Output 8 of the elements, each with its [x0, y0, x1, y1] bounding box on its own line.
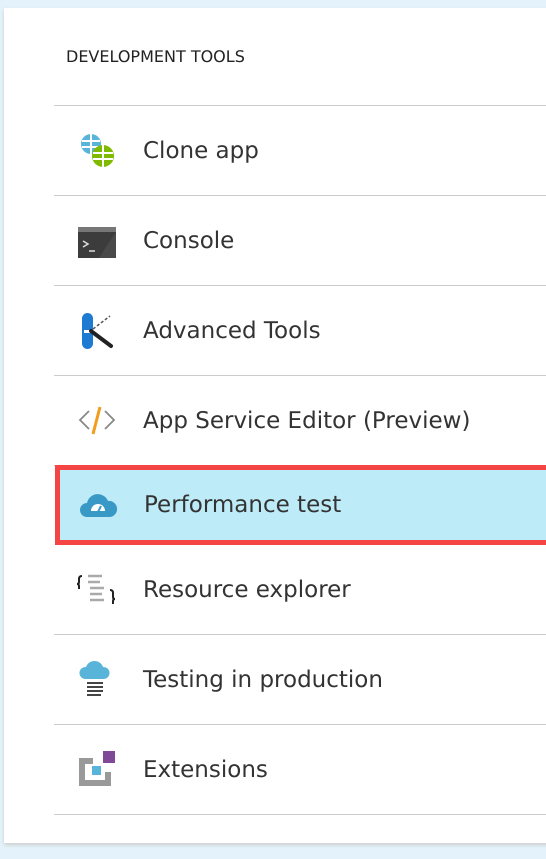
menu-item[interactable]: Performance test [55, 465, 546, 545]
section-title: DEVELOPMENT TOOLS [66, 47, 245, 66]
menu-item[interactable]: Advanced Tools [54, 286, 546, 376]
menu-item[interactable]: Testing in production [54, 635, 546, 725]
menu-item[interactable]: Console [54, 196, 546, 286]
menu-item[interactable]: Clone app [54, 106, 546, 196]
menu-item[interactable]: Resource explorer [54, 545, 546, 635]
menu-item[interactable]: Extensions [54, 725, 546, 815]
